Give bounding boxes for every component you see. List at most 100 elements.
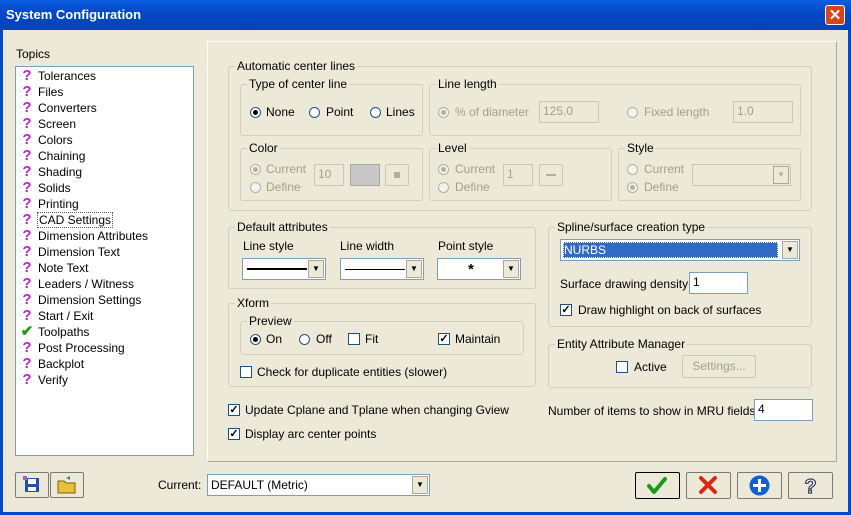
level-current-label: Current bbox=[455, 162, 496, 176]
topic-label: Start / Exit bbox=[38, 309, 94, 323]
topic-item[interactable]: ? Note Text bbox=[16, 260, 193, 276]
style-dropdown[interactable]: ▼ bbox=[692, 164, 791, 186]
topic-item[interactable]: ? Verify bbox=[16, 372, 193, 388]
line-style-dropdown[interactable]: ▼ bbox=[242, 258, 326, 280]
help-button[interactable]: ? bbox=[788, 472, 833, 499]
topic-item[interactable]: ? Dimension Text bbox=[16, 244, 193, 260]
topic-item[interactable]: ? Backplot bbox=[16, 356, 193, 372]
preview-off-radio[interactable] bbox=[299, 334, 310, 345]
length-percent-radio[interactable] bbox=[438, 107, 449, 118]
topic-label: Printing bbox=[38, 197, 79, 211]
topic-item[interactable]: ? Leaders / Witness bbox=[16, 276, 193, 292]
draw-highlight-checkbox[interactable]: ✓ bbox=[560, 304, 572, 316]
display-arc-center-label: Display arc center points bbox=[245, 427, 377, 441]
open-folder-icon bbox=[57, 476, 76, 494]
window-title: System Configuration bbox=[6, 7, 142, 22]
topic-label: Toolpaths bbox=[38, 325, 90, 339]
preview-fit-checkbox[interactable] bbox=[348, 333, 360, 345]
topic-label: Post Processing bbox=[38, 341, 125, 355]
length-fixed-field[interactable]: 1.0 bbox=[733, 101, 793, 123]
topic-item[interactable]: ? Dimension Attributes bbox=[16, 228, 193, 244]
preview-fit-label: Fit bbox=[365, 332, 379, 346]
level-define-radio[interactable] bbox=[438, 182, 449, 193]
question-icon: ? bbox=[22, 355, 32, 372]
save-config-button[interactable] bbox=[15, 472, 49, 498]
line-width-label: Line width bbox=[340, 239, 395, 253]
length-fixed-radio[interactable] bbox=[627, 107, 638, 118]
question-icon: ? bbox=[22, 339, 32, 356]
topic-item[interactable]: ? Printing bbox=[16, 196, 193, 212]
topic-item[interactable]: ? Files bbox=[16, 84, 193, 100]
center-type-lines-label: Lines bbox=[386, 105, 415, 119]
question-icon: ? bbox=[22, 67, 32, 84]
color-current-radio[interactable] bbox=[250, 164, 261, 175]
point-style-dropdown[interactable]: * ▼ bbox=[437, 258, 521, 280]
preview-maintain-label: Maintain bbox=[455, 332, 501, 346]
color-picker-button[interactable] bbox=[385, 164, 409, 186]
question-icon: ? bbox=[22, 115, 32, 132]
entity-attribute-manager-group: Entity Attribute Manager bbox=[548, 337, 812, 388]
center-type-lines-radio[interactable] bbox=[370, 107, 381, 118]
chevron-down-icon: ▼ bbox=[782, 241, 798, 259]
style-current-radio[interactable] bbox=[627, 164, 638, 175]
surface-density-field[interactable]: 1 bbox=[689, 272, 748, 294]
center-line-type-caption: Type of center line bbox=[247, 77, 350, 91]
line-width-dropdown[interactable]: ▼ bbox=[340, 258, 424, 280]
center-type-none-radio[interactable] bbox=[250, 107, 261, 118]
color-caption: Color bbox=[247, 141, 280, 155]
topic-item[interactable]: ? Colors bbox=[16, 132, 193, 148]
close-button[interactable]: ✕ bbox=[825, 5, 845, 25]
topic-item[interactable]: ? CAD Settings bbox=[16, 212, 193, 228]
chevron-down-icon: ▼ bbox=[406, 260, 422, 278]
level-current-radio[interactable] bbox=[438, 164, 449, 175]
automatic-center-lines-caption: Automatic center lines bbox=[235, 59, 358, 73]
topic-item[interactable]: ? Converters bbox=[16, 100, 193, 116]
topic-item[interactable]: ? Solids bbox=[16, 180, 193, 196]
topic-item[interactable]: ? Tolerances bbox=[16, 68, 193, 84]
mru-field[interactable]: 4 bbox=[754, 399, 813, 421]
center-type-point-radio[interactable] bbox=[309, 107, 320, 118]
center-type-point-label: Point bbox=[326, 105, 354, 119]
question-icon: ? bbox=[22, 371, 32, 388]
spline-type-dropdown[interactable]: NURBS ▼ bbox=[560, 239, 800, 261]
level-picker-button[interactable] bbox=[539, 164, 563, 186]
topic-label: Dimension Text bbox=[38, 245, 120, 259]
topic-item[interactable]: ? Shading bbox=[16, 164, 193, 180]
topics-label: Topics bbox=[16, 47, 51, 61]
chevron-down-icon: ▼ bbox=[308, 260, 324, 278]
length-fixed-label: Fixed length bbox=[644, 105, 710, 119]
preview-on-radio[interactable] bbox=[250, 334, 261, 345]
topic-item[interactable]: ? Chaining bbox=[16, 148, 193, 164]
topic-label: Leaders / Witness bbox=[38, 277, 135, 291]
color-number-field[interactable]: 10 bbox=[314, 164, 344, 186]
entity-active-checkbox[interactable] bbox=[616, 361, 628, 373]
length-percent-field[interactable]: 125.0 bbox=[539, 101, 599, 123]
topic-item[interactable]: ? Screen bbox=[16, 116, 193, 132]
length-percent-label: % of diameter bbox=[455, 105, 530, 119]
current-config-dropdown[interactable]: DEFAULT (Metric) ▼ bbox=[207, 474, 430, 496]
thin-line-icon bbox=[345, 269, 405, 270]
topic-item[interactable]: ? Post Processing bbox=[16, 340, 193, 356]
topic-item[interactable]: ✔ Toolpaths bbox=[16, 324, 193, 340]
topic-item[interactable]: ? Dimension Settings bbox=[16, 292, 193, 308]
check-duplicates-checkbox[interactable] bbox=[240, 366, 252, 378]
topic-label: Colors bbox=[38, 133, 73, 147]
topic-label: Verify bbox=[38, 373, 69, 387]
close-icon: ✕ bbox=[828, 7, 842, 24]
preview-maintain-checkbox[interactable]: ✓ bbox=[438, 333, 450, 345]
level-number-field[interactable]: 1 bbox=[503, 164, 533, 186]
style-define-radio[interactable] bbox=[627, 182, 638, 193]
open-config-button[interactable] bbox=[50, 472, 84, 498]
add-button[interactable] bbox=[737, 472, 782, 499]
topic-item[interactable]: ? Start / Exit bbox=[16, 308, 193, 324]
topics-list[interactable]: ? Tolerances? Files? Converters? Screen? Colo… bbox=[15, 66, 194, 456]
surface-density-label: Surface drawing density bbox=[560, 277, 689, 291]
ok-button[interactable] bbox=[635, 472, 680, 499]
cancel-button[interactable] bbox=[686, 472, 731, 499]
display-arc-center-checkbox[interactable]: ✓ bbox=[228, 428, 240, 440]
update-cplane-checkbox[interactable]: ✓ bbox=[228, 404, 240, 416]
entity-settings-button[interactable]: Settings... bbox=[682, 355, 756, 378]
color-define-radio[interactable] bbox=[250, 182, 261, 193]
question-icon: ? bbox=[22, 83, 32, 100]
style-caption: Style bbox=[625, 141, 656, 155]
